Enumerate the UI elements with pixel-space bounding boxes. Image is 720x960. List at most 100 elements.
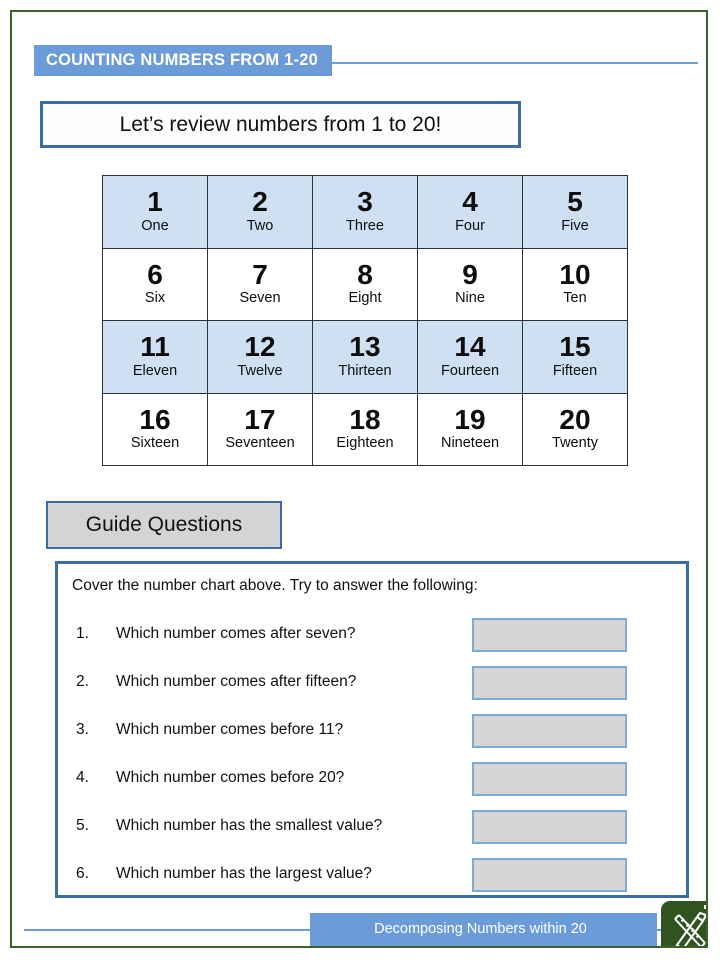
list-item: 1. Which number comes after seven?	[58, 614, 686, 662]
list-item: 2. Which number comes after fifteen?	[58, 662, 686, 710]
question-text: Which number comes before 11?	[116, 721, 344, 738]
cell-numeral: 8	[357, 258, 373, 290]
answer-field[interactable]	[472, 858, 627, 892]
cell-numeral: 19	[454, 403, 486, 435]
question-text: Which number has the smallest value?	[116, 817, 383, 834]
cell-numeral: 2	[252, 186, 268, 218]
table-row: 11 Eleven 12 Twelve 13 Thirteen 14 Fourt…	[102, 320, 628, 394]
cell-numeral: 4	[462, 186, 478, 218]
number-cell: 13 Thirteen	[312, 320, 418, 394]
guide-questions-heading-box: Guide Questions	[46, 501, 282, 549]
cell-numeral: 5	[567, 186, 583, 218]
answer-field[interactable]	[472, 666, 627, 700]
answer-field[interactable]	[472, 762, 627, 796]
question-text: Which number comes before 20?	[116, 769, 345, 786]
cell-numeral: 6	[147, 258, 163, 290]
cell-word: Four	[455, 217, 485, 234]
question-text: Which number comes after seven?	[116, 625, 356, 642]
cell-word: Seven	[239, 290, 281, 307]
cell-word: Six	[144, 290, 166, 307]
cell-numeral: 16	[139, 403, 171, 435]
cell-word: Seventeen	[225, 435, 295, 452]
cell-word: Fourteen	[440, 362, 500, 379]
number-cell: 11 Eleven	[102, 320, 208, 394]
question-text: Which number comes after fifteen?	[116, 673, 357, 690]
table-row: 1 One 2 Two 3 Three 4 Four 5 Five	[102, 175, 628, 249]
cell-word: Five	[561, 217, 589, 234]
page-title: COUNTING NUMBERS FROM 1-20	[34, 45, 332, 76]
cell-numeral: 14	[454, 331, 486, 363]
number-chart-body: 1 One 2 Two 3 Three 4 Four 5 Five 6 Six …	[102, 175, 628, 466]
number-cell: 17 Seventeen	[207, 392, 313, 466]
cell-word: Nineteen	[440, 435, 500, 452]
number-cell: 20 Twenty	[522, 392, 628, 466]
cell-word: One	[141, 217, 169, 234]
answer-field[interactable]	[472, 714, 627, 748]
cell-numeral: 9	[462, 258, 478, 290]
cell-word: Fifteen	[552, 362, 598, 379]
cell-word: Sixteen	[130, 435, 180, 452]
question-number: 5.	[76, 817, 89, 834]
cell-word: Eight	[348, 290, 382, 307]
worksheet-page: COUNTING NUMBERS FROM 1-20 Let’s review …	[10, 10, 708, 948]
question-number: 3.	[76, 721, 89, 738]
cell-word: Nine	[455, 290, 485, 307]
question-number: 2.	[76, 673, 89, 690]
cell-word: Thirteen	[338, 362, 392, 379]
number-cell: 14 Fourteen	[417, 320, 523, 394]
number-cell: 10 Ten	[522, 247, 628, 321]
number-cell: 8 Eight	[312, 247, 418, 321]
question-text: Which number has the largest value?	[116, 865, 372, 882]
number-cell: 6 Six	[102, 247, 208, 321]
question-number: 6.	[76, 865, 89, 882]
cell-word: Ten	[563, 290, 587, 307]
table-row: 16 Sixteen 17 Seventeen 18 Eighteen 19 N…	[102, 392, 628, 466]
table-row: 6 Six 7 Seven 8 Eight 9 Nine 10 Ten	[102, 247, 628, 321]
number-chart-table: 1 One 2 Two 3 Three 4 Four 5 Five 6 Six …	[102, 175, 628, 466]
cell-numeral: 13	[349, 331, 381, 363]
guide-questions-panel: Cover the number chart above. Try to ans…	[55, 561, 689, 898]
cell-numeral: 12	[244, 331, 276, 363]
answer-field[interactable]	[472, 810, 627, 844]
cell-numeral: 17	[244, 403, 276, 435]
cell-numeral: 3	[357, 186, 373, 218]
question-number: 4.	[76, 769, 89, 786]
cell-word: Eleven	[132, 362, 178, 379]
cell-numeral: 10	[559, 258, 591, 290]
number-cell: 3 Three	[312, 175, 418, 249]
number-cell: 16 Sixteen	[102, 392, 208, 466]
intro-text: Let’s review numbers from 1 to 20!	[119, 112, 442, 136]
cell-word: Two	[246, 217, 274, 234]
number-cell: 4 Four	[417, 175, 523, 249]
number-cell: 7 Seven	[207, 247, 313, 321]
question-number: 1.	[76, 625, 89, 642]
number-cell: 9 Nine	[417, 247, 523, 321]
cell-word: Three	[346, 217, 384, 234]
cell-numeral: 7	[252, 258, 268, 290]
cell-numeral: 18	[349, 403, 381, 435]
intro-callout-box: Let’s review numbers from 1 to 20!	[40, 101, 521, 148]
cell-numeral: 20	[559, 403, 591, 435]
number-cell: 1 One	[102, 175, 208, 249]
cell-word: Twelve	[237, 362, 283, 379]
cell-numeral: 15	[559, 331, 591, 363]
footer-subject-label: Decomposing Numbers within 20	[310, 913, 657, 946]
pencil-ruler-icon	[661, 901, 706, 946]
number-cell: 12 Twelve	[207, 320, 313, 394]
number-cell: 15 Fifteen	[522, 320, 628, 394]
cell-numeral: 11	[140, 331, 170, 363]
guide-questions-title: Guide Questions	[85, 513, 243, 536]
number-cell: 2 Two	[207, 175, 313, 249]
guide-questions-prompt: Cover the number chart above. Try to ans…	[72, 577, 478, 594]
cell-word: Eighteen	[336, 435, 394, 452]
list-item: 3. Which number comes before 11?	[58, 710, 686, 758]
cell-word: Twenty	[552, 435, 598, 452]
number-cell: 5 Five	[522, 175, 628, 249]
list-item: 4. Which number comes before 20?	[58, 758, 686, 806]
question-list: 1. Which number comes after seven? 2. Wh…	[58, 614, 686, 902]
number-cell: 19 Nineteen	[417, 392, 523, 466]
number-cell: 18 Eighteen	[312, 392, 418, 466]
list-item: 6. Which number has the largest value?	[58, 854, 686, 902]
answer-field[interactable]	[472, 618, 627, 652]
cell-numeral: 1	[147, 186, 163, 218]
